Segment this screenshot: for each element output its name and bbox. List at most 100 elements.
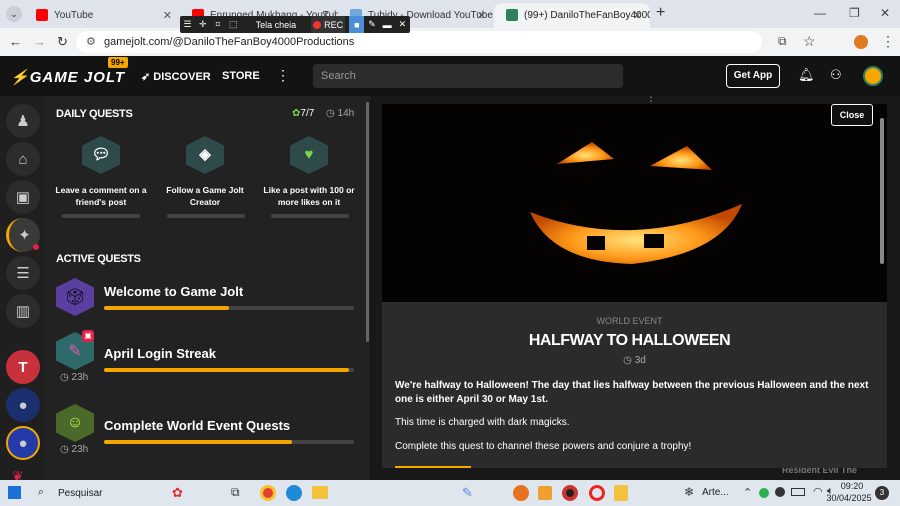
tab-gamejolt[interactable]: (99+) DaniloTheFanBoy4000Pr ✕ [494,3,650,28]
quest-progress-fill [104,368,349,372]
close-button[interactable]: Close [831,104,873,126]
quests-panel: DAILY QUESTS ✿7/7 ◷ 14h 💬︎ Leave a comme… [46,96,370,480]
sidebar-community-t[interactable]: T [6,350,40,384]
record-button[interactable]: REC [311,16,346,33]
notification-center-icon[interactable]: 3 [875,486,889,500]
tray-app-icon[interactable] [759,488,769,498]
browser-tab-strip: ⌄ YouTube ✕ Enrunged Mukbang - YouTube ✕… [0,0,900,28]
tray-app2-icon[interactable] [775,487,785,497]
sidebar-community-blue[interactable]: ● [6,426,40,460]
event-action-button[interactable] [395,466,471,468]
daily-count-text: 7/7 [300,108,315,119]
user-avatar[interactable] [863,66,883,86]
quest-progress-bar [104,368,354,372]
task-view-icon[interactable]: ⧉ [231,485,240,500]
daily-quests-heading: DAILY QUESTS [56,108,133,120]
media-icon[interactable] [538,486,552,500]
clock-date[interactable]: 30/04/2025 [820,493,878,503]
sidebar-item-chat[interactable]: ☰ [6,256,40,290]
camera-icon[interactable] [562,485,578,501]
url-text: gamejolt.com/@DaniloTheFanBoy4000Product… [104,36,355,48]
edge-icon[interactable] [286,485,302,501]
weather-label[interactable]: Arte... [702,487,729,498]
fullscreen-label[interactable]: Tela cheia [241,16,311,33]
active-quest-login-streak[interactable]: ✎ ▣ April Login Streak ◷ 23h [56,330,356,392]
clock-time[interactable]: 09:20 [832,481,872,491]
daily-time-text: 14h [337,108,355,119]
menu-icon[interactable]: ☰ [180,16,195,33]
close-icon[interactable]: ✕ [163,9,172,22]
bell-icon[interactable]: 🔔︎ [798,67,815,83]
chrome-icon[interactable] [260,485,276,501]
daily-quest-comment[interactable]: 💬︎ Leave a comment on a friend's post [53,136,149,208]
gamejolt-logo[interactable]: ⚡GAME JOLT [10,68,125,86]
battery-icon[interactable] [791,488,805,496]
draw-icon[interactable]: ▬ [380,16,395,33]
daily-quest-follow[interactable]: ◈ Follow a Game Jolt Creator [157,136,253,208]
back-icon[interactable]: ← [9,34,22,49]
translate-icon[interactable]: ⧉ [778,34,787,49]
sidebar-community-sonic[interactable]: ● [6,388,40,422]
maximize-icon[interactable]: ❐ [849,6,860,20]
sidebar-item-store[interactable]: ⌂ [6,142,40,176]
tab-search-button[interactable]: ⌄ [6,6,22,22]
clock-icon: ◷ [623,355,632,366]
forward-icon[interactable]: → [33,34,46,49]
search-input[interactable]: Search [313,64,623,88]
windows-start-icon[interactable] [8,486,21,499]
panel-scrollbar[interactable] [366,102,369,342]
quest-timer: ◷ 23h [60,372,88,383]
pen-icon[interactable]: ✎ [364,16,379,33]
sidebar-item-game[interactable]: ♟ [6,104,40,138]
explorer-icon[interactable] [312,486,328,499]
firefox-icon[interactable] [513,485,529,501]
taskbar-search[interactable]: ⌕ Pesquisar ✿ [32,483,222,503]
quest-alert-dot [33,244,39,250]
menu-dots-icon[interactable]: ⋮ [881,33,895,50]
window-close-icon[interactable]: ✕ [880,6,890,20]
new-tab-button[interactable]: + [656,4,665,22]
sidebar-item-backpack[interactable]: ▣ [6,180,40,214]
bookmark-star-icon[interactable]: ☆ [803,33,816,50]
close-icon[interactable]: ✕ [477,9,486,22]
notes-icon[interactable] [614,485,628,501]
gamejolt-top-bar: ⚡GAME JOLT 99+ ➶ DISCOVER STORE ⋮ Search… [0,56,900,96]
app-icon[interactable]: ✎ [462,485,473,501]
more-dots-icon[interactable]: ⋮ [276,67,290,84]
region-icon[interactable]: ⌗ [210,16,225,33]
tray-chevron-icon[interactable]: ⌃ [743,486,752,499]
opera-icon[interactable] [589,485,605,501]
move-icon[interactable]: ✛ [195,16,210,33]
site-info-icon[interactable]: ⚙ [86,35,96,48]
crop-icon[interactable]: ⬚ [226,16,241,33]
welcome-quest-icon: 🎲︎ [56,278,94,316]
address-bar-row: ← → ↻ ⚙ gamejolt.com/@DaniloTheFanBoy400… [0,28,900,56]
minimize-icon[interactable]: — [814,6,826,20]
profile-avatar[interactable] [854,35,868,49]
quest-title: Welcome to Game Jolt [104,284,244,299]
quest-progress [167,214,245,218]
reload-icon[interactable]: ↻ [57,34,68,50]
event-paragraph-3: Complete this quest to channel these pow… [395,441,692,452]
tab-youtube[interactable]: YouTube ✕ [24,3,180,28]
close-icon[interactable]: ✕ [633,9,642,22]
youtube-icon [36,9,48,21]
gamejolt-icon [506,9,518,21]
quest-progress-bar [104,306,354,310]
get-app-button[interactable]: Get App [726,64,780,88]
url-field[interactable]: ⚙ gamejolt.com/@DaniloTheFanBoy4000Produ… [76,31,762,53]
nav-discover[interactable]: ➶ DISCOVER [141,70,211,83]
modal-scrollbar[interactable] [880,118,884,264]
logo-text: GAME JOLT [29,69,126,86]
recorder-close-icon[interactable]: ✕ [395,16,410,33]
event-kicker: WORLD EVENT [596,316,663,326]
daily-quest-like[interactable]: ♥ Like a post with 100 or more likes on … [261,136,357,208]
left-sidebar-rail: ♟ ⌂ ▣ ✦ ☰ ▥ T ● ● ❦ [0,96,46,484]
stop-icon[interactable]: ■ [349,16,365,33]
quest-progress-fill [104,440,292,444]
nav-store[interactable]: STORE [222,70,260,82]
sidebar-item-library[interactable]: ▥ [6,294,40,328]
friends-icon[interactable]: ⚇ [830,67,842,83]
active-quest-world-event[interactable]: ☺ Complete World Event Quests ◷ 23h [56,404,356,464]
active-quest-welcome[interactable]: 🎲︎ Welcome to Game Jolt [56,278,356,338]
